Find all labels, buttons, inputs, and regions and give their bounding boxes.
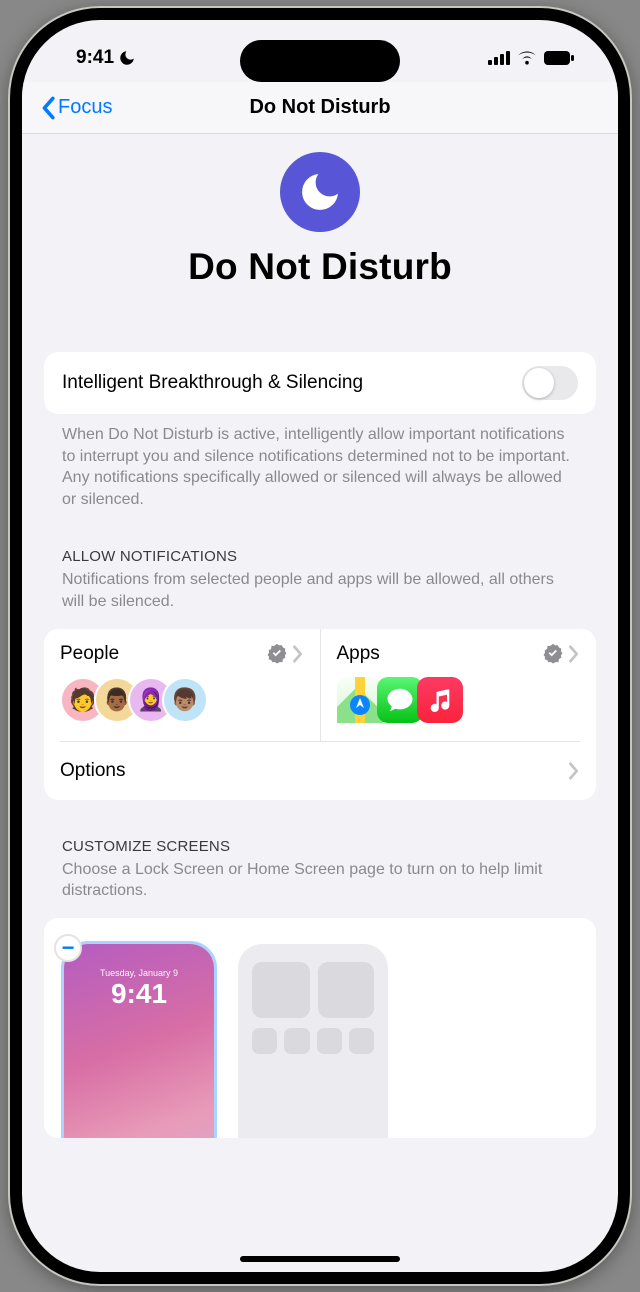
options-row[interactable]: Options bbox=[44, 742, 596, 800]
allow-card: People 🧑 👨🏾 🧕 👦🏽 bbox=[44, 629, 596, 800]
allow-header-sub: Notifications from selected people and a… bbox=[62, 569, 578, 612]
toggle-knob bbox=[524, 368, 554, 398]
screens-card: − Tuesday, January 9 9:41 bbox=[44, 918, 596, 1138]
apps-cell[interactable]: Apps bbox=[320, 629, 597, 741]
chevron-right-icon bbox=[568, 645, 580, 663]
cellular-icon bbox=[488, 51, 510, 65]
people-label: People bbox=[60, 643, 119, 665]
wifi-icon bbox=[517, 51, 537, 65]
intelligent-row[interactable]: Intelligent Breakthrough & Silencing bbox=[44, 352, 596, 414]
lock-screen-thumb[interactable]: − Tuesday, January 9 9:41 bbox=[64, 944, 214, 1138]
apps-icons bbox=[337, 677, 581, 723]
nav-bar: Focus Do Not Disturb bbox=[22, 82, 618, 134]
dnd-hero-icon bbox=[280, 152, 360, 232]
intelligent-card: Intelligent Breakthrough & Silencing bbox=[44, 352, 596, 414]
lock-time: 9:41 bbox=[64, 978, 214, 1010]
music-app-icon bbox=[417, 677, 463, 723]
chevron-right-icon bbox=[292, 645, 304, 663]
hero: Do Not Disturb bbox=[44, 134, 596, 288]
allow-header-caps: ALLOW NOTIFICATIONS bbox=[62, 548, 578, 565]
nav-title: Do Not Disturb bbox=[22, 96, 618, 119]
checkmark-seal-icon bbox=[542, 643, 564, 665]
intelligent-footnote: When Do Not Disturb is active, intellige… bbox=[44, 414, 596, 510]
battery-icon bbox=[544, 51, 574, 65]
apps-label: Apps bbox=[337, 643, 380, 665]
status-time: 9:41 bbox=[76, 47, 114, 69]
customize-header-sub: Choose a Lock Screen or Home Screen page… bbox=[62, 859, 578, 902]
allow-header: ALLOW NOTIFICATIONS Notifications from s… bbox=[44, 510, 596, 614]
customize-header-caps: CUSTOMIZE SCREENS bbox=[62, 838, 578, 855]
messages-app-icon bbox=[377, 677, 423, 723]
people-cell[interactable]: People 🧑 👨🏾 🧕 👦🏽 bbox=[44, 629, 320, 741]
checkmark-seal-icon bbox=[266, 643, 288, 665]
intelligent-label: Intelligent Breakthrough & Silencing bbox=[62, 372, 363, 394]
dynamic-island bbox=[240, 40, 400, 82]
chevron-right-icon bbox=[568, 762, 580, 780]
options-label: Options bbox=[60, 760, 125, 782]
home-indicator[interactable] bbox=[240, 1256, 400, 1262]
avatar: 👦🏽 bbox=[162, 677, 208, 723]
lock-date: Tuesday, January 9 bbox=[64, 944, 214, 978]
intelligent-toggle[interactable] bbox=[522, 366, 578, 400]
customize-header: CUSTOMIZE SCREENS Choose a Lock Screen o… bbox=[44, 800, 596, 904]
maps-app-icon bbox=[337, 677, 383, 723]
focus-moon-icon bbox=[118, 49, 136, 67]
hero-title: Do Not Disturb bbox=[44, 246, 596, 288]
home-screen-thumb[interactable] bbox=[238, 944, 388, 1138]
people-avatars: 🧑 👨🏾 🧕 👦🏽 bbox=[60, 677, 304, 723]
